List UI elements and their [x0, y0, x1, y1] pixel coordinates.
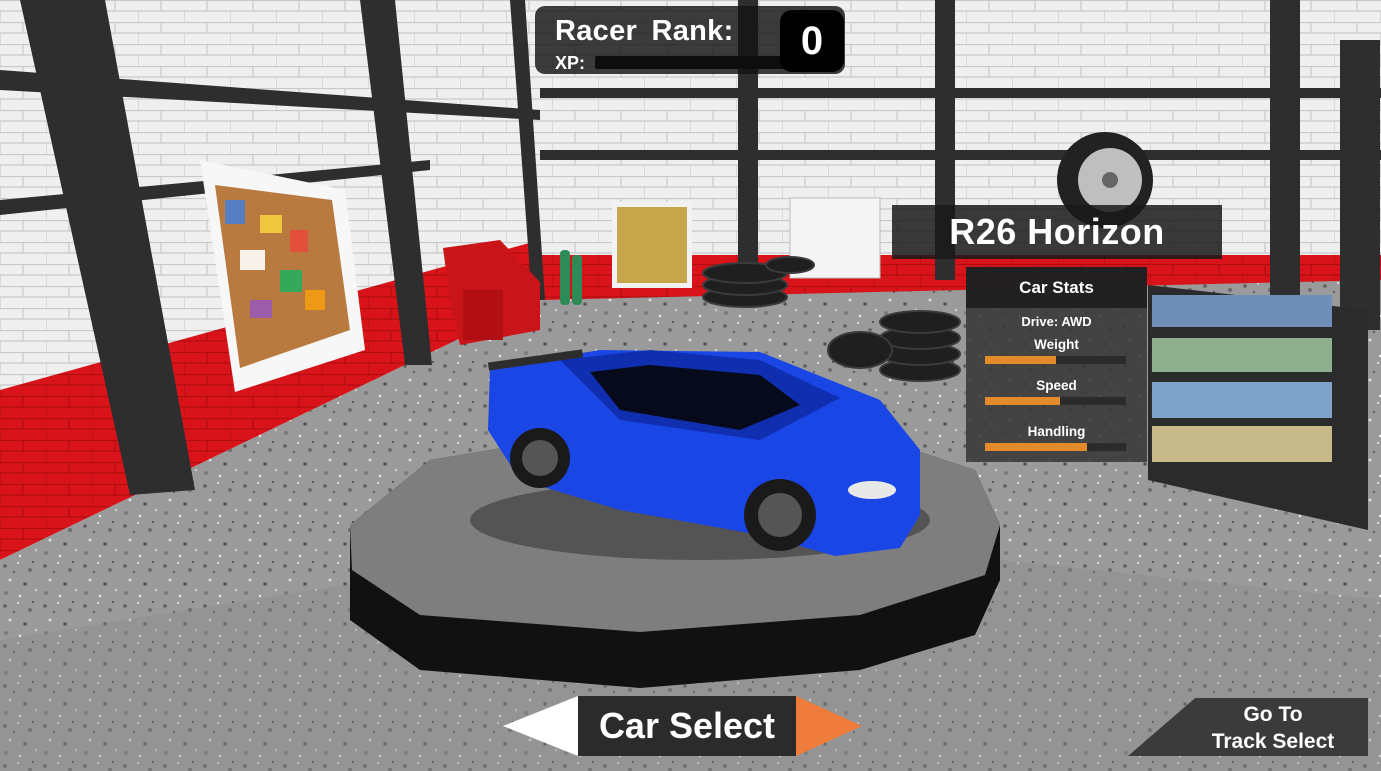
rank-value-badge: 0 [780, 10, 844, 72]
track-select-button-label: Go To Track Select [1193, 701, 1353, 755]
track-select-line1: Go To [1243, 703, 1303, 726]
track-select-line2: Track Select [1211, 730, 1335, 753]
weight-bar-fill [985, 356, 1056, 364]
xp-progress-bar [595, 56, 807, 69]
handling-label: Handling [1027, 424, 1086, 439]
weight-bar [985, 356, 1126, 364]
weight-label: Weight [1034, 337, 1079, 352]
car-stats-panel: Car Stats Drive: AWD Weight Speed Handli… [966, 267, 1147, 462]
handling-bar-fill [985, 443, 1087, 451]
racer-rank-panel: Racer Rank: XP: 0 [535, 6, 845, 74]
car-select-label: Car Select [578, 696, 796, 756]
handling-bar [985, 443, 1126, 451]
drive-type-label: Drive: AWD [1021, 314, 1092, 329]
next-car-arrow[interactable] [796, 696, 862, 756]
racer-rank-label: Racer Rank: [555, 15, 734, 47]
garage-scene [0, 0, 1381, 771]
xp-label: XP: [555, 53, 586, 73]
car-stats-title: Car Stats [966, 267, 1147, 308]
speed-bar-fill [985, 397, 1060, 405]
speed-label: Speed [1036, 378, 1077, 393]
previous-car-arrow[interactable] [503, 696, 578, 756]
speed-bar [985, 397, 1126, 405]
car-name-banner: R26 Horizon [892, 205, 1222, 259]
